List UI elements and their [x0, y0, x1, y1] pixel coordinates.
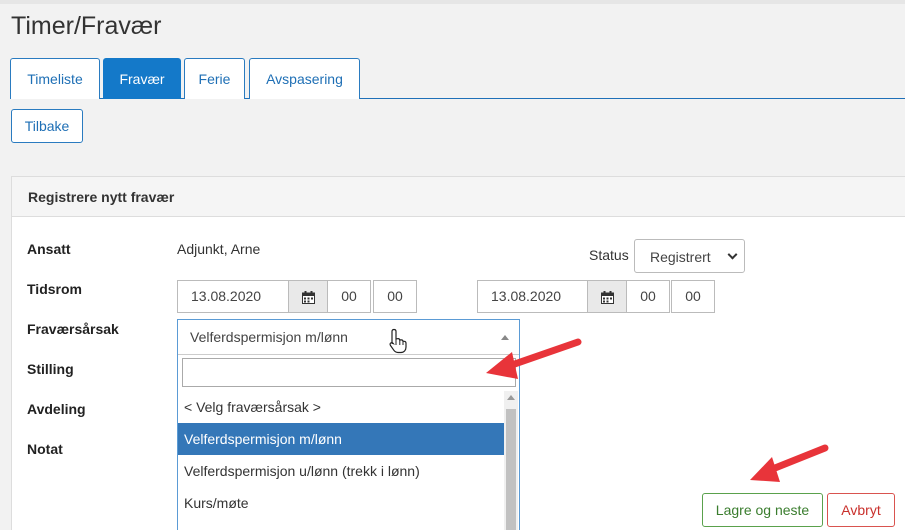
tab-ferie[interactable]: Ferie [184, 58, 245, 99]
position-label: Stilling [27, 361, 74, 377]
scroll-thumb[interactable] [506, 409, 516, 530]
to-minute-input[interactable]: 00 [671, 280, 715, 313]
panel-title: Registrere nytt fravær [12, 177, 905, 217]
reason-dropdown[interactable]: Velferdspermisjon m/lønn < Velg fraværså… [177, 319, 520, 530]
reason-selected-value: Velferdspermisjon m/lønn [190, 329, 348, 345]
top-strip [0, 0, 905, 4]
reason-search-input[interactable] [182, 358, 516, 387]
page-title: Timer/Fravær [11, 12, 162, 40]
to-date-input[interactable]: 13.08.2020 [477, 280, 589, 313]
reason-option[interactable]: Kurs/møte [178, 487, 504, 519]
from-minute-input[interactable]: 00 [373, 280, 417, 313]
scroll-up-icon[interactable] [507, 395, 515, 400]
reason-label: Fraværsårsak [27, 321, 119, 337]
note-label: Notat [27, 441, 63, 457]
status-select[interactable]: Registrert [634, 239, 745, 273]
from-hour-input[interactable]: 00 [327, 280, 371, 313]
reason-select[interactable]: Velferdspermisjon m/lønn [178, 320, 519, 355]
calendar-icon [601, 291, 614, 304]
tab-timeliste[interactable]: Timeliste [10, 58, 100, 99]
reason-option[interactable]: < Velg fraværsårsak > [178, 391, 504, 423]
reason-option[interactable]: Velferdspermisjon u/lønn (trekk i lønn) [178, 455, 504, 487]
cancel-button[interactable]: Avbryt [827, 493, 895, 527]
back-button[interactable]: Tilbake [11, 109, 83, 143]
department-label: Avdeling [27, 401, 86, 417]
period-label: Tidsrom [27, 281, 82, 297]
from-date-input[interactable]: 13.08.2020 [177, 280, 289, 313]
reason-options-list: < Velg fraværsårsak > Velferdspermisjon … [178, 391, 519, 530]
options-scrollbar[interactable] [504, 391, 518, 530]
status-value: Registrert [650, 249, 711, 265]
to-hour-input[interactable]: 00 [626, 280, 670, 313]
tab-avspasering[interactable]: Avspasering [249, 58, 360, 99]
tab-bar: Timeliste Fravær Ferie Avspasering [10, 58, 905, 99]
calendar-icon [302, 291, 315, 304]
save-next-button[interactable]: Lagre og neste [702, 493, 823, 527]
hand-cursor-icon [389, 328, 407, 354]
to-calendar-button[interactable] [587, 280, 627, 313]
chevron-down-icon [727, 249, 738, 260]
employee-label: Ansatt [27, 241, 71, 257]
employee-value: Adjunkt, Arne [177, 241, 261, 257]
annotation-arrow-icon [486, 338, 582, 379]
annotation-arrow-icon [750, 444, 829, 482]
status-label: Status [589, 247, 629, 263]
reason-option-highlighted[interactable]: Velferdspermisjon m/lønn [178, 423, 504, 455]
from-calendar-button[interactable] [288, 280, 328, 313]
tab-fravaer[interactable]: Fravær [103, 58, 181, 99]
